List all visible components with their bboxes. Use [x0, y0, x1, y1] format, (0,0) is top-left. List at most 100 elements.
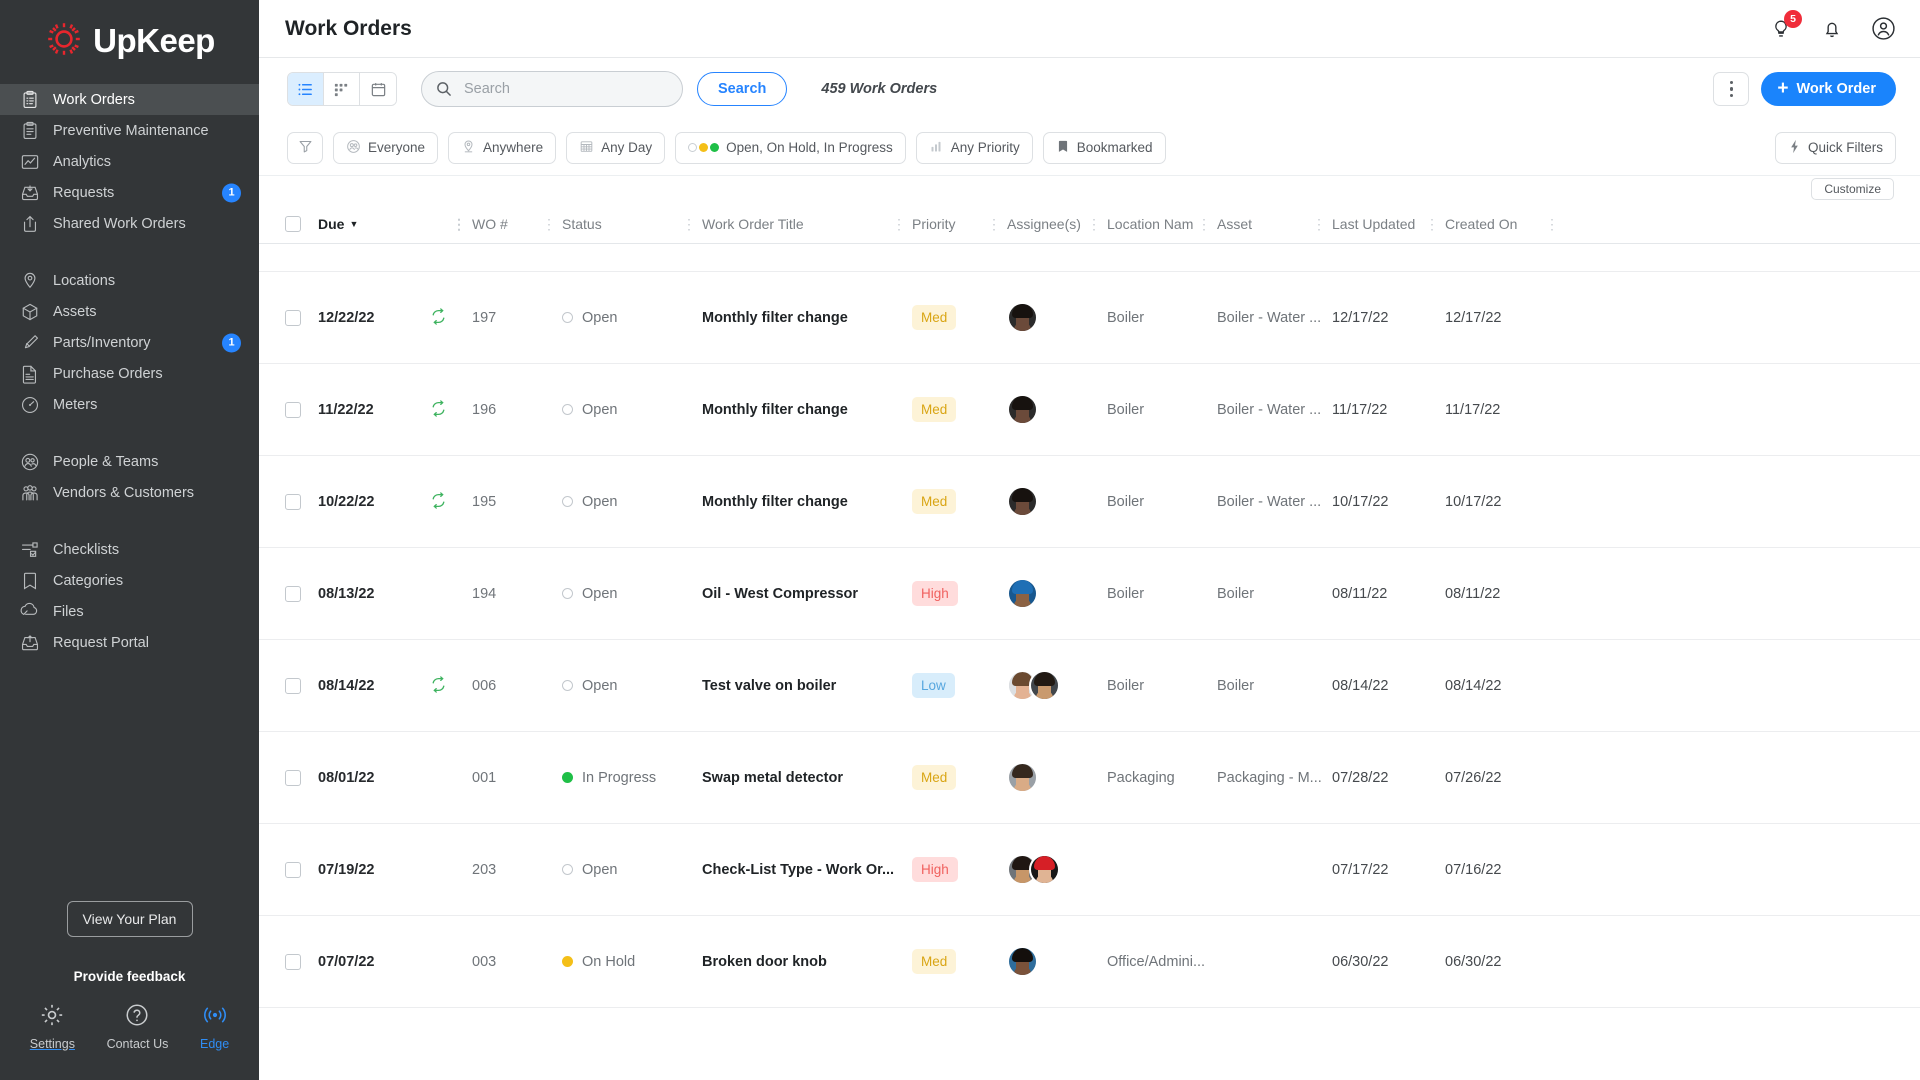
customize-columns-button[interactable]: Customize: [1811, 178, 1894, 200]
table-row[interactable]: 08/14/22 006 Open Test valve on boiler Low Bo…: [259, 640, 1920, 732]
table-row[interactable]: 12/22/22 197 Open Monthly filter change Med B…: [259, 272, 1920, 364]
column-grip-icon[interactable]: ⋮: [682, 217, 702, 231]
column-header-status[interactable]: Status ⋮: [562, 204, 702, 244]
filter-chip-anywhere[interactable]: Anywhere: [448, 131, 557, 164]
row-checkbox[interactable]: [285, 401, 301, 418]
avatar[interactable]: [1029, 670, 1060, 701]
user-avatar-icon[interactable]: [1870, 16, 1896, 42]
column-header-last-updated[interactable]: Last Updated ⋮: [1332, 204, 1445, 244]
row-checkbox[interactable]: [285, 585, 301, 602]
sidebar-item-parts-inventory[interactable]: Parts/Inventory 1: [0, 327, 259, 358]
sidebar-contact-us-button[interactable]: Contact Us: [107, 1002, 168, 1051]
recurring-icon: [430, 307, 447, 328]
table-row[interactable]: 08/01/22 001 In Progress Swap metal detecto…: [259, 732, 1920, 824]
sidebar-item-checklists[interactable]: Checklists: [0, 534, 259, 565]
list-view-button[interactable]: [288, 73, 324, 105]
filter-chip-bookmarked[interactable]: Bookmarked: [1042, 131, 1166, 164]
cell-title[interactable]: Monthly filter change: [702, 364, 912, 456]
column-grip-icon[interactable]: ⋮: [1312, 217, 1332, 231]
sidebar-item-categories[interactable]: Categories: [0, 565, 259, 596]
avatar[interactable]: [1007, 486, 1038, 517]
add-work-order-button[interactable]: + Work Order: [1761, 72, 1896, 106]
avatar[interactable]: [1007, 578, 1038, 609]
column-header-wo[interactable]: WO # ⋮: [472, 204, 562, 244]
board-view-button[interactable]: [324, 73, 360, 105]
table-row[interactable]: 08/13/22 194 Open Oil - West Compressor High…: [259, 548, 1920, 640]
sidebar-item-shared-work-orders[interactable]: Shared Work Orders: [0, 208, 259, 239]
filter-chip-everyone[interactable]: Everyone: [333, 131, 439, 164]
avatar[interactable]: [1007, 302, 1038, 333]
row-checkbox[interactable]: [285, 769, 301, 786]
sidebar-item-preventive-maintenance[interactable]: Preventive Maintenance: [0, 115, 259, 146]
column-grip-icon[interactable]: ⋮: [1425, 217, 1445, 231]
avatar[interactable]: [1007, 762, 1038, 793]
column-header-location-nam[interactable]: Location Nam ⋮: [1107, 204, 1217, 244]
cell-title[interactable]: Broken door knob: [702, 916, 912, 1008]
table-row[interactable]: 07/07/22 003 On Hold Broken door knob Med Off…: [259, 916, 1920, 1008]
cell-title[interactable]: Monthly filter change: [702, 272, 912, 364]
search-input[interactable]: [421, 71, 683, 107]
sidebar-item-people-teams[interactable]: People & Teams: [0, 446, 259, 477]
sidebar-item-requests[interactable]: Requests 1: [0, 177, 259, 208]
column-header-work-order-title[interactable]: Work Order Title ⋮: [702, 204, 912, 244]
table-row[interactable]: 10/22/22 195 Open Monthly filter change Med B…: [259, 456, 1920, 548]
row-checkbox[interactable]: [285, 309, 301, 326]
cell-title[interactable]: Check-List Type - Work Or...: [702, 824, 912, 916]
table-row[interactable]: 11/22/22 196 Open Monthly filter change Med B…: [259, 364, 1920, 456]
filter-chip-status[interactable]: Open, On Hold, In Progress: [675, 131, 906, 164]
sidebar-settings-button[interactable]: Settings: [30, 1002, 75, 1051]
column-grip-icon[interactable]: ⋮: [892, 217, 912, 231]
column-grip-icon[interactable]: ⋮: [452, 217, 472, 231]
cell-due: 08/01/22: [318, 732, 430, 824]
view-your-plan-button[interactable]: View Your Plan: [66, 901, 193, 937]
avatar[interactable]: [1029, 854, 1060, 885]
column-header-assignee-s[interactable]: Assignee(s) ⋮: [1007, 204, 1107, 244]
sidebar-item-assets[interactable]: Assets: [0, 296, 259, 327]
provide-feedback-link[interactable]: Provide feedback: [0, 969, 259, 984]
sidebar-item-files[interactable]: Files: [0, 596, 259, 627]
table-body: 12/22/22 197 Open Monthly filter change Med B…: [259, 272, 1920, 1008]
question-circle-icon: [124, 1002, 150, 1031]
filter-chip-priority[interactable]: Any Priority: [915, 131, 1033, 164]
column-grip-icon[interactable]: ⋮: [1545, 217, 1565, 231]
column-grip-icon[interactable]: ⋮: [987, 217, 1007, 231]
select-all-checkbox[interactable]: [285, 215, 301, 232]
sidebar-item-request-portal[interactable]: Request Portal: [0, 627, 259, 658]
filter-chip-any-day[interactable]: Any Day: [566, 131, 666, 164]
cell-title[interactable]: Oil - West Compressor: [702, 548, 912, 640]
sidebar-item-vendors-customers[interactable]: Vendors & Customers: [0, 477, 259, 508]
avatar[interactable]: [1007, 946, 1038, 977]
filter-funnel-button[interactable]: [287, 131, 323, 164]
calendar-view-button[interactable]: [360, 73, 396, 105]
column-header-label: WO #: [472, 215, 508, 232]
column-grip-icon[interactable]: ⋮: [1197, 217, 1217, 231]
cell-title[interactable]: Test valve on boiler: [702, 640, 912, 732]
column-header-priority[interactable]: Priority ⋮: [912, 204, 1007, 244]
row-checkbox[interactable]: [285, 493, 301, 510]
sidebar-item-meters[interactable]: Meters: [0, 389, 259, 420]
more-options-button[interactable]: [1713, 72, 1750, 106]
bell-icon[interactable]: [1819, 16, 1845, 42]
quick-filters-button[interactable]: Quick Filters: [1774, 131, 1896, 164]
search-button[interactable]: Search: [697, 72, 788, 106]
row-checkbox[interactable]: [285, 677, 301, 694]
sidebar-item-work-orders[interactable]: Work Orders: [0, 84, 259, 115]
brand-logo[interactable]: UpKeep: [0, 0, 259, 82]
sidebar-item-analytics[interactable]: Analytics: [0, 146, 259, 177]
lightbulb-icon[interactable]: 5: [1768, 9, 1802, 42]
column-header-asset[interactable]: Asset ⋮: [1217, 204, 1332, 244]
column-header-due[interactable]: Due ▼ ⋮: [318, 204, 472, 244]
sidebar-edge-button[interactable]: Edge: [200, 1002, 229, 1051]
row-checkbox[interactable]: [285, 953, 301, 970]
sidebar-item-locations[interactable]: Locations: [0, 265, 259, 296]
table-row[interactable]: 07/19/22 203 Open Check-List Type - Work Or…: [259, 824, 1920, 916]
row-checkbox[interactable]: [285, 861, 301, 878]
avatar[interactable]: [1007, 394, 1038, 425]
column-header-label: Status: [562, 215, 602, 232]
cell-title[interactable]: Swap metal detector: [702, 732, 912, 824]
column-header-created-on[interactable]: Created On ⋮: [1445, 204, 1565, 244]
column-grip-icon[interactable]: ⋮: [1087, 217, 1107, 231]
sidebar-item-purchase-orders[interactable]: Purchase Orders: [0, 358, 259, 389]
cell-title[interactable]: Monthly filter change: [702, 456, 912, 548]
column-grip-icon[interactable]: ⋮: [542, 217, 562, 231]
